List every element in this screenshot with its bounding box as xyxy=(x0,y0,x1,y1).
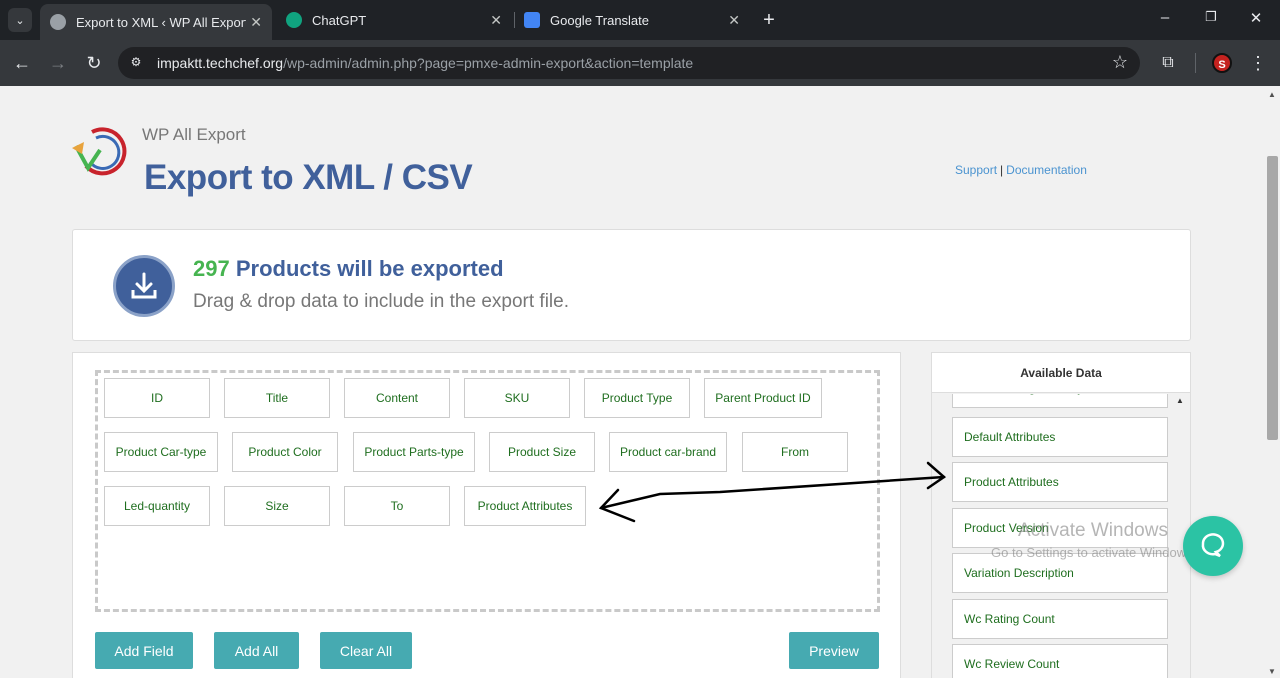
restore-icon[interactable]: ❐ xyxy=(1201,9,1221,25)
field-chip[interactable]: ID xyxy=(104,378,210,418)
tab-label: ChatGPT xyxy=(312,12,367,28)
close-window-icon[interactable]: ✕ xyxy=(1246,9,1266,27)
back-icon[interactable]: ← xyxy=(11,52,33,74)
field-chip[interactable]: From xyxy=(742,432,848,472)
brand-name: WP All Export xyxy=(142,125,246,144)
field-chip[interactable]: Led-quantity xyxy=(104,486,210,526)
close-tab-icon[interactable]: ✕ xyxy=(728,12,740,29)
page-content: WP All Export Export to XML / CSV Suppor… xyxy=(0,86,1265,678)
drag-drop-hint: Drag & drop data to include in the expor… xyxy=(193,291,570,312)
new-tab-icon[interactable]: + xyxy=(758,9,780,32)
scroll-down-icon[interactable]: ▼ xyxy=(1268,667,1276,676)
link-separator: | xyxy=(1000,163,1004,177)
url-text: impaktt.techchef.org/wp-admin/admin.php?… xyxy=(157,55,694,71)
product-count: 297 xyxy=(193,256,230,281)
field-chip[interactable]: To xyxy=(344,486,450,526)
available-data-item[interactable]: Default Attributes xyxy=(952,417,1168,457)
field-chip[interactable]: Content xyxy=(344,378,450,418)
forward-icon[interactable]: → xyxy=(47,52,69,74)
field-chip[interactable]: Product Parts-type xyxy=(353,432,475,472)
profile-avatar[interactable]: S xyxy=(1212,53,1232,73)
add-all-button[interactable]: Add All xyxy=(214,632,299,669)
field-chip[interactable]: Product car-brand xyxy=(609,432,727,472)
count-label: Products will be exported xyxy=(235,256,504,281)
export-field-builder: ID Title Content SKU Product Type Parent… xyxy=(72,352,901,678)
tab-label: Export to XML ‹ WP All Export ‹ xyxy=(76,14,246,30)
field-chip[interactable]: SKU xyxy=(464,378,570,418)
tab-chatgpt[interactable]: ChatGPT ✕ xyxy=(276,5,512,35)
export-summary-panel: 297 Products will be exported Drag & dro… xyxy=(72,229,1191,341)
tab-label: Google Translate xyxy=(550,12,650,28)
page-scrollbar[interactable]: ▲ ▼ xyxy=(1265,86,1280,678)
close-tab-icon[interactable]: ✕ xyxy=(490,12,502,29)
tab-wp-all-export[interactable]: Export to XML ‹ WP All Export ‹ ✕ xyxy=(40,4,272,40)
scroll-thumb[interactable] xyxy=(1267,156,1278,440)
available-data-panel: Available Data Product Image Gallery Def… xyxy=(931,352,1191,678)
site-settings-icon[interactable]: ⚙ xyxy=(128,55,144,71)
preview-button[interactable]: Preview xyxy=(789,632,879,669)
available-data-item[interactable]: Wc Review Count xyxy=(952,644,1168,678)
close-tab-icon[interactable]: ✕ xyxy=(250,14,262,31)
header-links: Support | Documentation xyxy=(955,163,1087,177)
available-data-title: Available Data xyxy=(932,353,1190,393)
address-bar[interactable]: ⚙ impaktt.techchef.org/wp-admin/admin.ph… xyxy=(118,47,1140,79)
add-field-button[interactable]: Add Field xyxy=(95,632,193,669)
help-chat-button[interactable] xyxy=(1183,516,1243,576)
field-chip[interactable]: Product Color xyxy=(232,432,338,472)
reload-icon[interactable]: ↻ xyxy=(83,52,105,74)
browser-menu-icon[interactable]: ⋮ xyxy=(1247,52,1269,74)
field-chip[interactable]: Product Car-type xyxy=(104,432,218,472)
export-count: 297 Products will be exported xyxy=(193,256,504,282)
field-chip[interactable]: Product Attributes xyxy=(464,486,586,526)
chat-bubble-icon xyxy=(1201,533,1225,558)
support-link[interactable]: Support xyxy=(955,163,997,177)
tab-search-menu-icon[interactable]: ⌄ xyxy=(8,8,32,32)
field-chip[interactable]: Product Size xyxy=(489,432,595,472)
field-chip[interactable]: Title xyxy=(224,378,330,418)
extensions-icon[interactable]: ⧉ xyxy=(1157,52,1179,74)
available-data-item[interactable]: Product Image Gallery xyxy=(952,394,1168,408)
browser-toolbar: ← → ↻ ⚙ impaktt.techchef.org/wp-admin/ad… xyxy=(0,40,1280,86)
wp-all-export-logo xyxy=(72,127,127,176)
download-icon xyxy=(113,255,175,317)
scroll-up-icon[interactable]: ▲ xyxy=(1268,90,1276,99)
documentation-link[interactable]: Documentation xyxy=(1006,163,1087,177)
page-title: Export to XML / CSV xyxy=(144,158,473,197)
field-chip[interactable]: Parent Product ID xyxy=(704,378,822,418)
google-translate-icon xyxy=(524,12,540,28)
field-chip[interactable]: Product Type xyxy=(584,378,690,418)
minimize-icon[interactable]: – xyxy=(1155,9,1175,26)
toolbar-divider xyxy=(1195,53,1196,73)
globe-icon xyxy=(50,14,66,30)
chatgpt-icon xyxy=(286,12,302,28)
available-data-item[interactable]: Wc Rating Count xyxy=(952,599,1168,639)
windows-activation-watermark: Activate Windows xyxy=(1018,520,1168,541)
browser-tab-bar: ⌄ Export to XML ‹ WP All Export ‹ ✕ Chat… xyxy=(0,0,1280,40)
bookmark-star-icon[interactable]: ☆ xyxy=(1112,52,1128,73)
available-data-item[interactable]: Product Attributes xyxy=(952,462,1168,502)
tab-google-translate[interactable]: Google Translate ✕ xyxy=(514,5,750,35)
list-scroll-up-icon[interactable]: ▲ xyxy=(1176,396,1184,405)
clear-all-button[interactable]: Clear All xyxy=(320,632,412,669)
windows-activation-hint: Go to Settings to activate Windows. xyxy=(991,545,1197,560)
field-chip[interactable]: Size xyxy=(224,486,330,526)
field-drop-zone[interactable]: ID Title Content SKU Product Type Parent… xyxy=(95,370,880,612)
